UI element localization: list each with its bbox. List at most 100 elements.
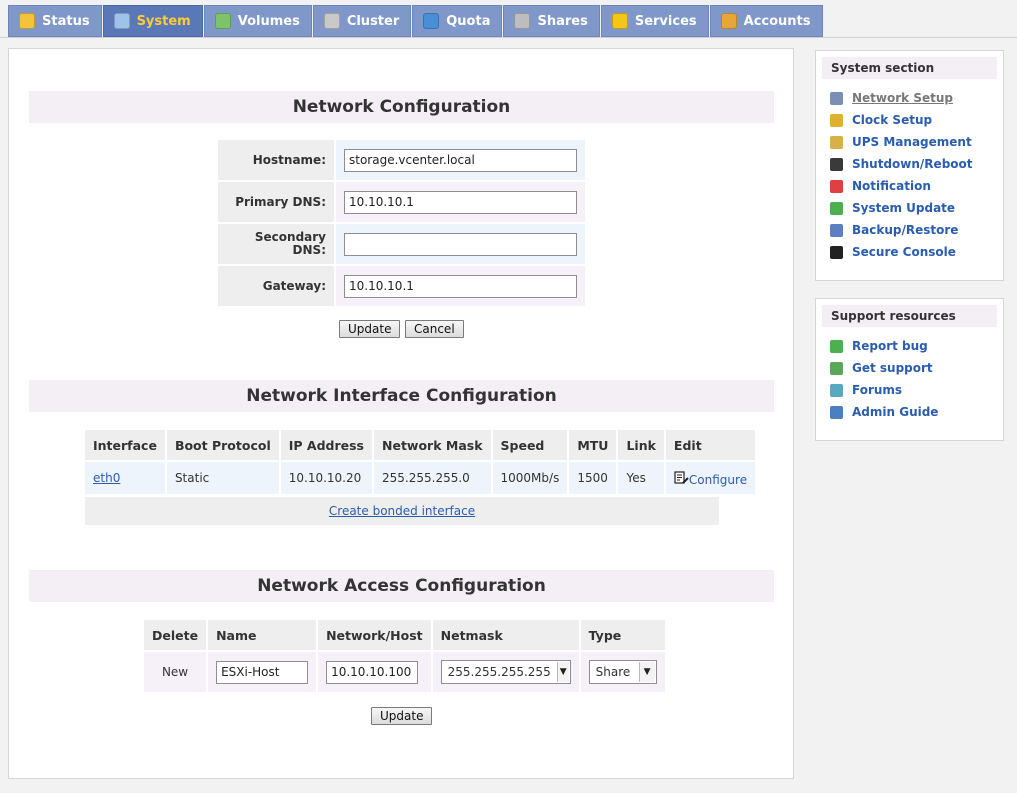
header-mtu: MTU xyxy=(569,430,617,460)
support-resources-title: Support resources xyxy=(822,305,997,327)
tab-label: Cluster xyxy=(346,13,400,29)
network-cancel-button[interactable]: Cancel xyxy=(405,320,464,338)
alert-icon xyxy=(830,179,843,193)
gateway-row: Gateway: xyxy=(218,266,585,306)
chevron-down-icon[interactable]: ▼ xyxy=(638,662,655,682)
tab-label: Accounts xyxy=(743,13,811,29)
sidebar-link[interactable]: Report bug xyxy=(852,339,928,353)
sidebar-link[interactable]: Network Setup xyxy=(852,91,953,105)
create-bonded-interface-link[interactable]: Create bonded interface xyxy=(329,504,475,518)
interface-eth0-link[interactable]: eth0 xyxy=(93,471,120,485)
tab-label: Shares xyxy=(537,13,588,29)
gateway-cell xyxy=(336,266,585,306)
header-interface: Interface xyxy=(85,430,165,460)
tab-services[interactable]: Services xyxy=(600,5,709,37)
network-update-button[interactable]: Update xyxy=(339,320,401,338)
sidebar-link[interactable]: Admin Guide xyxy=(852,405,938,419)
sidebar-item-report-bug[interactable]: Report bug xyxy=(830,335,1003,357)
sidebar-item-secure-console[interactable]: Secure Console xyxy=(830,241,1003,263)
sidebar-link[interactable]: UPS Management xyxy=(852,135,972,149)
ip-address-value: 10.10.10.20 xyxy=(280,462,372,494)
tab-shares[interactable]: Shares xyxy=(503,5,600,37)
mtu-value: 1500 xyxy=(569,462,617,494)
sidebar-link[interactable]: Shutdown/Reboot xyxy=(852,157,973,171)
header-speed: Speed xyxy=(492,430,568,460)
hostname-cell xyxy=(336,140,585,180)
system-section-panel: System section Network Setup Clock Setup U… xyxy=(815,50,1004,281)
header-delete: Delete xyxy=(144,620,207,650)
sidebar-link[interactable]: System Update xyxy=(852,201,955,215)
secondary-dns-cell xyxy=(336,224,585,264)
clock-icon xyxy=(830,113,843,127)
secondary-dns-input[interactable] xyxy=(344,232,577,256)
type-cell: Share ▼ xyxy=(580,652,665,692)
primary-dns-input[interactable] xyxy=(344,190,577,214)
sidebar-link[interactable]: Notification xyxy=(852,179,931,193)
sidebar-link[interactable]: Get support xyxy=(852,361,933,375)
access-update-button[interactable]: Update xyxy=(371,707,433,725)
table-row: New 255.255.255.255 ▼ Share ▼ xyxy=(144,652,665,692)
primary-dns-label: Primary DNS: xyxy=(218,182,334,222)
boot-protocol-value: Static xyxy=(166,462,279,494)
sidebar-item-admin-guide[interactable]: Admin Guide xyxy=(830,401,1003,423)
wrench-icon xyxy=(830,91,843,105)
sidebar-link[interactable]: Forums xyxy=(852,383,902,397)
access-table: Delete Name Network/Host Netmask Type Ne… xyxy=(142,618,667,694)
tab-volumes[interactable]: Volumes xyxy=(203,5,312,37)
book-icon xyxy=(830,405,843,419)
delete-value: New xyxy=(144,652,207,692)
configure-link[interactable]: Configure xyxy=(689,473,747,487)
primary-dns-cell xyxy=(336,182,585,222)
tab-status[interactable]: Status xyxy=(8,5,102,37)
tab-cluster[interactable]: Cluster xyxy=(312,5,412,37)
access-table-header: Delete Name Network/Host Netmask Type xyxy=(144,620,665,650)
hostname-label: Hostname: xyxy=(218,140,334,180)
tab-accounts[interactable]: Accounts xyxy=(709,5,823,37)
system-section-list: Network Setup Clock Setup UPS Management Sh… xyxy=(816,87,1003,269)
drive-icon xyxy=(514,13,531,29)
tab-system[interactable]: System xyxy=(102,5,203,37)
tab-divider xyxy=(0,37,1017,38)
main-panel: Network Configuration Hostname: Primary … xyxy=(8,48,794,779)
network-host-input[interactable] xyxy=(326,660,419,684)
secondary-dns-label: Secondary DNS: xyxy=(218,224,334,264)
gateway-input[interactable] xyxy=(344,274,577,298)
header-netmask: Netmask xyxy=(432,620,579,650)
power-icon xyxy=(830,157,843,171)
type-value: Share xyxy=(595,665,631,679)
configure-icon[interactable] xyxy=(674,470,689,485)
backup-icon xyxy=(830,223,843,237)
support-icon xyxy=(830,361,843,375)
access-config-title: Network Access Configuration xyxy=(29,570,774,602)
header-ip-address: IP Address xyxy=(280,430,372,460)
tab-quota[interactable]: Quota xyxy=(412,5,503,37)
tab-label: Services xyxy=(634,13,697,29)
name-cell xyxy=(208,652,317,692)
link-value: Yes xyxy=(618,462,664,494)
netmask-select[interactable]: 255.255.255.255 ▼ xyxy=(440,660,571,684)
chevron-down-icon[interactable]: ▼ xyxy=(556,662,569,682)
network-host-cell xyxy=(318,652,431,692)
netmask-cell: 255.255.255.255 ▼ xyxy=(432,652,579,692)
bonded-interface-row: Create bonded interface xyxy=(85,497,719,525)
type-select[interactable]: Share ▼ xyxy=(588,660,657,684)
hostname-input[interactable] xyxy=(344,148,577,172)
sidebar-link[interactable]: Backup/Restore xyxy=(852,223,958,237)
sidebar-item-notification[interactable]: Notification xyxy=(830,175,1003,197)
sidebar-item-system-update[interactable]: System Update xyxy=(830,197,1003,219)
sidebar-item-ups-management[interactable]: UPS Management xyxy=(830,131,1003,153)
sidebar-item-backup-restore[interactable]: Backup/Restore xyxy=(830,219,1003,241)
sidebar-item-shutdown-reboot[interactable]: Shutdown/Reboot xyxy=(830,153,1003,175)
sidebar-item-get-support[interactable]: Get support xyxy=(830,357,1003,379)
tab-label: System xyxy=(136,13,191,29)
sidebar-item-clock-setup[interactable]: Clock Setup xyxy=(830,109,1003,131)
header-type: Type xyxy=(580,620,665,650)
sidebar-link[interactable]: Secure Console xyxy=(852,245,956,259)
access-name-input[interactable] xyxy=(216,660,309,684)
interface-table-header: Interface Boot Protocol IP Address Netwo… xyxy=(85,430,756,460)
interface-table: Interface Boot Protocol IP Address Netwo… xyxy=(83,428,757,496)
sidebar-item-network-setup[interactable]: Network Setup xyxy=(830,87,1003,109)
sidebar-item-forums[interactable]: Forums xyxy=(830,379,1003,401)
sidebar-link[interactable]: Clock Setup xyxy=(852,113,932,127)
tab-label: Volumes xyxy=(237,13,300,29)
